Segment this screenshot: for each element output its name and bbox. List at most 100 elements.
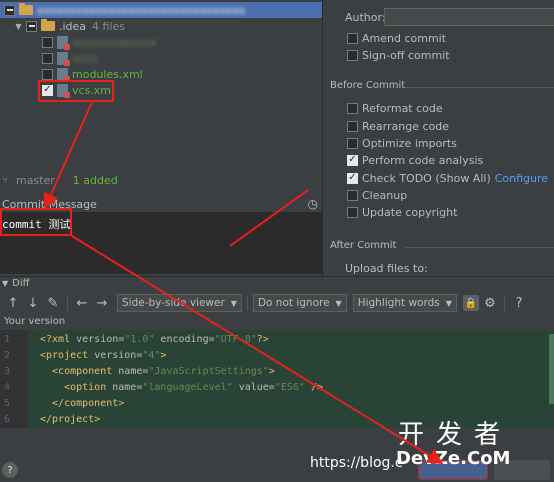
- folder-icon: [41, 19, 55, 31]
- option-label: Check TODO (Show All): [362, 171, 491, 185]
- ignore-mode-select[interactable]: Do not ignore ▼: [252, 294, 347, 312]
- viewer-mode-value: Side-by-side viewer: [122, 297, 225, 309]
- code-text: <project version="4">: [40, 349, 167, 361]
- highlight-box: [0, 208, 72, 236]
- scrollbar[interactable]: [549, 334, 554, 404]
- amend-commit-label: Amend commit: [362, 31, 447, 45]
- toolbar-separator: [503, 295, 505, 311]
- added-count: 1 added: [72, 173, 118, 187]
- option-checkbox[interactable]: [347, 120, 358, 132]
- help-button[interactable]: ?: [2, 462, 18, 478]
- option-label: Perform code analysis: [362, 153, 484, 167]
- watermark-brand: DevZe.CoM: [396, 448, 511, 469]
- option-checkbox[interactable]: [347, 206, 358, 218]
- edit-pencil-icon[interactable]: ✎: [44, 294, 62, 312]
- author-label: Author:: [345, 11, 386, 24]
- toolbar-separator: [67, 295, 68, 311]
- upload-files-label: Upload files to:: [345, 262, 428, 275]
- arrow-up-icon[interactable]: ↑: [4, 294, 22, 312]
- arrow-right-icon[interactable]: →: [93, 294, 111, 312]
- author-input[interactable]: [384, 8, 554, 26]
- idea-checkbox[interactable]: [26, 20, 37, 32]
- xml-file-icon: [57, 51, 70, 66]
- xml-file-icon: [57, 35, 70, 50]
- code-line: 1 <?xml version="1.0" encoding="UTF-8"?>: [0, 331, 554, 347]
- arrow-left-icon[interactable]: ←: [73, 294, 91, 312]
- highlight-box: [38, 80, 114, 102]
- after-commit-title: After Commit: [330, 240, 397, 251]
- root-checkbox[interactable]: [4, 4, 15, 16]
- toolbar-separator: [246, 295, 248, 311]
- amend-commit-option[interactable]: Amend commit: [347, 31, 446, 45]
- option-checkbox[interactable]: [347, 137, 358, 149]
- option-checkbox[interactable]: [347, 102, 358, 114]
- file-checkbox[interactable]: [42, 36, 53, 48]
- diff-toolbar: ↑ ↓ ✎ ← → Side-by-side viewer ▼ Do not i…: [0, 290, 554, 316]
- code-line: 3 <component name="JavaScriptSettings">: [0, 363, 554, 379]
- tree-row-file[interactable]: xxxxxxxxxxxxx: [42, 34, 157, 50]
- gear-icon[interactable]: ⚙: [481, 294, 499, 312]
- code-text: </project>: [40, 413, 101, 425]
- option-label: Update copyright: [362, 205, 458, 219]
- option-check-todo[interactable]: Check TODO (Show All) Configure: [347, 171, 548, 185]
- root-label: xxxxxxxxxxxxxxxxxxxxxxxxxxxxxxxx: [37, 3, 246, 17]
- xml-file-icon: [57, 67, 70, 82]
- line-number: 4: [4, 381, 11, 393]
- changes-tree: xxxxxxxxxxxxxxxxxxxxxxxxxxxxxxxx ▼ .idea…: [0, 0, 322, 170]
- idea-file-count: 4 files: [92, 19, 126, 33]
- code-text: <option name="languageLevel" value="ES6"…: [40, 381, 323, 393]
- option-optimize-imports[interactable]: Optimize imports: [347, 136, 457, 150]
- highlight-mode-value: Highlight words: [357, 297, 440, 309]
- divider: [405, 247, 554, 248]
- option-update-copyright[interactable]: Update copyright: [347, 205, 457, 219]
- idea-folder-label: .idea: [59, 19, 87, 33]
- chevron-down-icon[interactable]: ▼: [2, 279, 8, 288]
- file-checkbox[interactable]: [42, 68, 53, 80]
- branch-status: ⑂ master 1 added: [0, 170, 322, 190]
- commit-options-panel: Author: Amend commit Sign-off commit Bef…: [322, 0, 554, 278]
- option-label: Optimize imports: [362, 136, 457, 150]
- tree-row-file[interactable]: xxxx: [42, 50, 98, 66]
- code-text: </component>: [40, 397, 125, 409]
- highlight-mode-select[interactable]: Highlight words ▼: [352, 294, 457, 312]
- chevron-down-icon: ▼: [230, 298, 237, 308]
- divider: [405, 87, 554, 88]
- file-label-blurred: xxxx: [72, 51, 99, 65]
- line-number: 5: [4, 397, 11, 409]
- branch-label: master: [16, 173, 55, 187]
- chevron-down-icon: ▼: [445, 298, 452, 308]
- history-clock-icon[interactable]: ◷: [308, 197, 318, 211]
- viewer-mode-select[interactable]: Side-by-side viewer ▼: [117, 294, 242, 312]
- line-number: 6: [4, 413, 11, 425]
- diff-header[interactable]: ▼ Diff: [0, 276, 554, 290]
- option-label: Reformat code: [362, 101, 443, 115]
- code-line: 2 <project version="4">: [0, 347, 554, 363]
- option-rearrange-code[interactable]: Rearrange code: [347, 119, 449, 133]
- option-checkbox[interactable]: [347, 189, 358, 201]
- option-checkbox[interactable]: [347, 154, 358, 166]
- sign-off-label: Sign-off commit: [362, 48, 450, 62]
- option-perform-code-analysis[interactable]: Perform code analysis: [347, 153, 483, 167]
- option-label: Rearrange code: [362, 119, 449, 133]
- help-icon[interactable]: ?: [510, 294, 528, 312]
- tree-row-idea[interactable]: ▼ .idea 4 files: [14, 18, 125, 34]
- arrow-down-icon[interactable]: ↓: [24, 294, 42, 312]
- lock-icon[interactable]: 🔒: [462, 295, 479, 311]
- option-checkbox[interactable]: [347, 172, 358, 184]
- option-reformat-code[interactable]: Reformat code: [347, 101, 443, 115]
- watermark-text: 开发者: [398, 420, 513, 450]
- line-number: 3: [4, 365, 11, 377]
- file-label-blurred: xxxxxxxxxxxxx: [72, 35, 157, 49]
- branch-icon: ⑂: [2, 174, 8, 186]
- sign-off-checkbox[interactable]: [347, 49, 358, 61]
- sign-off-option[interactable]: Sign-off commit: [347, 48, 450, 62]
- tree-row-root[interactable]: xxxxxxxxxxxxxxxxxxxxxxxxxxxxxxxx: [0, 2, 322, 18]
- code-text: <?xml version="1.0" encoding="UTF-8"?>: [40, 333, 269, 345]
- file-checkbox[interactable]: [42, 52, 53, 64]
- code-text: <component name="JavaScriptSettings">: [40, 365, 275, 377]
- configure-link[interactable]: Configure: [495, 172, 548, 185]
- option-cleanup[interactable]: Cleanup: [347, 188, 407, 202]
- ignore-mode-value: Do not ignore: [257, 297, 330, 309]
- chevron-down-icon[interactable]: ▼: [14, 22, 23, 31]
- amend-commit-checkbox[interactable]: [347, 32, 358, 44]
